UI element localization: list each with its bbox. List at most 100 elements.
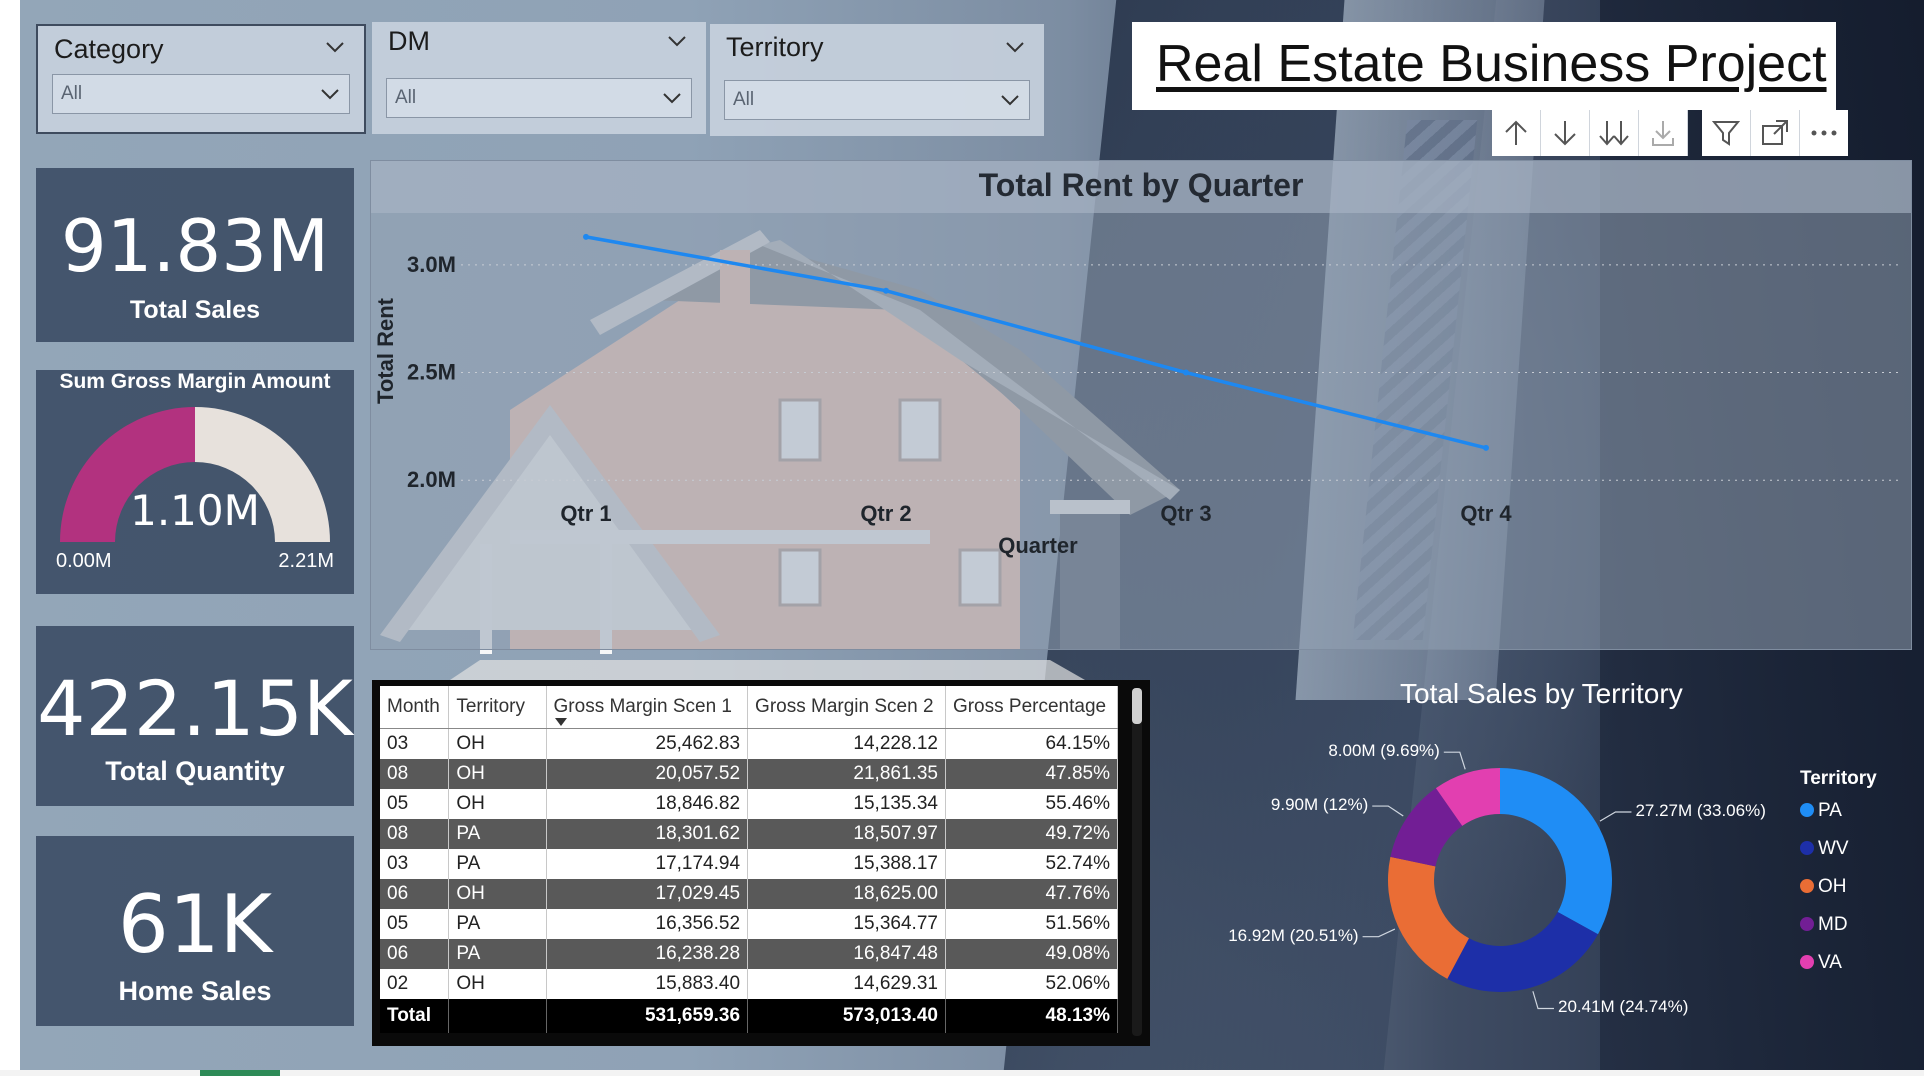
table-row[interactable]: 05 OH 18,846.82 15,135.34 55.46% [380,789,1119,819]
donut-slice-oh[interactable] [1388,856,1469,979]
gross-margin-table[interactable]: Month Territory Gross Margin Scen 1 Gros… [372,680,1150,1046]
home-sales-label: Home Sales [118,976,272,1006]
legend-item-pa[interactable]: PA [1800,800,1842,822]
table-row[interactable]: 02 OH 15,883.40 14,629.31 52.06% [380,969,1119,999]
donut-slice-pa[interactable] [1500,768,1612,935]
total-gross-margin-scen-1: 531,659.36 [546,999,749,1033]
slicer-dm-value: All [395,87,417,108]
data-point[interactable] [583,233,589,240]
gauge-min-label: 0.00M [56,550,112,572]
left-margin [0,0,20,1070]
chevron-down-icon[interactable] [324,36,346,58]
y-tick-label: 2.5M [407,360,456,385]
card-gross-margin-gauge[interactable]: Sum Gross Margin Amount 1.10M 0.00M 2.21… [36,370,354,594]
drill-up-button[interactable] [1492,110,1541,156]
table-row[interactable]: 08 PA 18,301.62 18,507.97 49.72% [380,819,1119,849]
cell-gross-percentage: 52.74% [945,849,1119,879]
col-gross-margin-scen-1[interactable]: Gross Margin Scen 1 [546,686,749,729]
table-row[interactable]: 06 PA 16,238.28 16,847.48 49.08% [380,939,1119,969]
cell-gross-margin-scen-2: 16,847.48 [747,939,946,969]
slicer-dm-label: DM [388,26,430,56]
donut-data-label-va: 8.00M (9.69%) [1328,741,1440,761]
filter-button[interactable] [1702,110,1751,156]
x-tick-label: Qtr 3 [1160,501,1211,526]
donut-data-label-oh: 16.92M (20.51%) [1228,925,1359,945]
slicer-category-dropdown[interactable]: All [52,74,350,114]
table-total-row: Total 531,659.36 573,013.40 48.13% [380,999,1119,1033]
legend-marker [1800,803,1814,817]
arrow-down-icon [1554,121,1576,146]
table-row[interactable]: 06 OH 17,029.45 18,625.00 47.76% [380,879,1119,909]
legend-item-wv[interactable]: WV [1800,838,1849,860]
visual-header-toolbar [1492,110,1848,156]
card-total-sales[interactable]: 91.83M Total Sales [36,168,354,342]
cell-gross-percentage: 47.76% [945,879,1119,909]
cell-territory: OH [448,879,547,909]
col-territory[interactable]: Territory [448,686,547,729]
cell-gross-margin-scen-1: 15,883.40 [546,969,749,999]
slicer-territory[interactable]: Territory All [710,24,1044,136]
leader-line [1372,805,1404,817]
cell-gross-percentage: 49.08% [945,939,1119,969]
cell-gross-margin-scen-1: 16,238.28 [546,939,749,969]
donut-data-label-md: 9.90M (12%) [1270,795,1369,815]
cell-territory: OH [448,789,547,819]
col-gross-percentage[interactable]: Gross Percentage [945,686,1119,729]
drill-down-button[interactable] [1541,110,1590,156]
focus-mode-icon [1762,120,1788,145]
cell-gross-percentage: 49.72% [945,819,1119,849]
total-label: Total [380,999,450,1033]
cell-gross-percentage: 52.06% [945,969,1119,999]
donut-chart[interactable] [1320,730,1640,1030]
leader-line [1532,991,1554,1010]
table-row[interactable]: 03 PA 17,174.94 15,388.17 52.74% [380,849,1119,879]
chevron-down-icon[interactable] [1004,36,1026,58]
slicer-territory-dropdown[interactable]: All [724,80,1030,120]
more-options-button[interactable] [1800,110,1848,156]
page-tab-indicator[interactable] [200,1070,280,1076]
legend-marker [1800,879,1814,893]
slicer-category[interactable]: Category All [36,24,366,134]
cell-gross-margin-scen-2: 15,135.34 [747,789,946,819]
table-row[interactable]: 05 PA 16,356.52 15,364.77 51.56% [380,909,1119,939]
total-gross-percentage: 48.13% [945,999,1119,1033]
data-point[interactable] [1183,369,1189,376]
data-point[interactable] [883,287,889,294]
donut-slice-wv[interactable] [1447,911,1598,992]
slicer-dm-dropdown[interactable]: All [386,78,692,118]
table-scrollbar[interactable] [1132,688,1142,1036]
series-line-total-rent[interactable] [585,235,1487,450]
table-row[interactable]: 03 OH 25,462.83 14,228.12 64.15% [380,728,1119,759]
leader-line [1443,751,1466,770]
next-level-button[interactable] [1590,110,1639,156]
cell-month: 06 [380,939,450,969]
card-total-quantity[interactable]: 422.15K Total Quantity [36,626,354,806]
cell-gross-percentage: 64.15% [945,728,1119,759]
y-tick-label: 3.0M [407,252,456,277]
total-sales-value: 91.83M [60,204,330,288]
home-sales-value: 61K [117,878,273,971]
expand-hierarchy-button[interactable] [1639,110,1688,156]
table-row[interactable]: 08 OH 20,057.52 21,861.35 47.85% [380,759,1119,789]
data-point[interactable] [1483,444,1489,451]
card-home-sales[interactable]: 61K Home Sales [36,836,354,1026]
donut-data-label-pa: 27.27M (33.06%) [1635,800,1766,820]
cell-month: 03 [380,849,450,879]
double-arrow-down-icon [1599,121,1629,146]
slicer-category-label: Category [54,34,164,64]
legend-item-md[interactable]: MD [1800,914,1848,936]
cell-gross-margin-scen-1: 18,301.62 [546,819,749,849]
chevron-down-icon[interactable] [666,30,688,52]
legend-item-oh[interactable]: OH [1800,876,1847,898]
focus-mode-button[interactable] [1751,110,1800,156]
cell-month: 06 [380,879,450,909]
table-header-row: Month Territory Gross Margin Scen 1 Gros… [380,686,1119,729]
col-gross-margin-scen-2[interactable]: Gross Margin Scen 2 [747,686,946,729]
total-rent-chart[interactable]: Total Rent by Quarter 2.0M 2.5M 3.0M Qtr 1Q… [370,160,1912,650]
table-scrollbar-thumb[interactable] [1132,688,1142,724]
cell-gross-margin-scen-2: 21,861.35 [747,759,946,789]
cell-gross-margin-scen-1: 17,029.45 [546,879,749,909]
slicer-dm[interactable]: DM All [372,22,706,134]
legend-item-va[interactable]: VA [1800,952,1842,974]
col-month[interactable]: Month [380,686,450,729]
